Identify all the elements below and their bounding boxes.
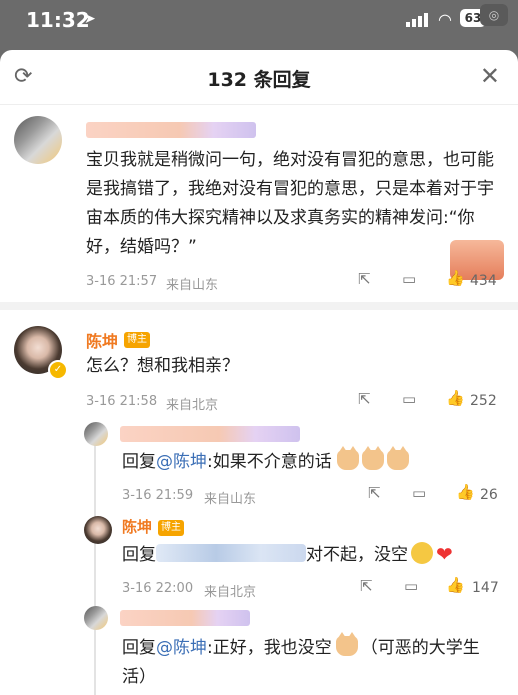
share-icon[interactable]: ⇱ xyxy=(368,484,381,502)
close-icon[interactable]: ✕ xyxy=(480,62,500,90)
cat-emoji-icon xyxy=(362,446,385,470)
status-bar: 11:32 ➤ ◠ 63 ◎ xyxy=(0,0,518,44)
username-blurred[interactable] xyxy=(120,426,300,442)
heart-emoji-icon: ❤ xyxy=(436,542,453,566)
reply-content: 对不起，没空 xyxy=(306,545,408,565)
mention-link[interactable]: @陈坤 xyxy=(156,452,207,472)
mention-blurred[interactable] xyxy=(156,544,306,562)
replies-sheet: ⟳ 132 条回复 ✕ 宝贝我就是稍微问一句，绝对没有冒犯的意思，也可能是我搞错… xyxy=(0,50,518,695)
reply-text: 回复 对不起，没空 ❤ xyxy=(122,540,453,570)
share-icon[interactable]: ⇱ xyxy=(358,270,371,288)
comment-text: 怎么？想和我相亲？ xyxy=(86,356,239,376)
verified-badge-icon: ✓ xyxy=(48,360,68,380)
comment-icon[interactable]: ▭ xyxy=(404,577,418,595)
screenshot-icon[interactable]: ◎ xyxy=(480,4,508,26)
comment-icon[interactable]: ▭ xyxy=(412,484,426,502)
comment-location: 来自北京 xyxy=(166,398,219,413)
like-count: 26 xyxy=(480,487,498,503)
reply-prefix: 回复 xyxy=(122,638,156,658)
reply-location: 来自北京 xyxy=(204,585,257,600)
thread-line xyxy=(94,425,96,695)
reply-content: :正好，我也没空 xyxy=(207,638,332,658)
reply-time: 3-16 21:59 xyxy=(122,488,194,503)
sheet-header: ⟳ 132 条回复 ✕ xyxy=(0,50,518,105)
mention-link[interactable]: @陈坤 xyxy=(156,638,207,658)
reply-text: 回复@陈坤:正好，我也没空 （可恶的大学生活） xyxy=(122,632,498,692)
share-icon[interactable]: ⇱ xyxy=(360,577,373,595)
like-count: 147 xyxy=(472,580,499,596)
reply-content: :如果不介意的话 xyxy=(207,452,332,472)
username-blurred[interactable] xyxy=(120,610,250,626)
cat-emoji-icon xyxy=(387,446,410,470)
reply-location: 来自山东 xyxy=(204,492,257,507)
comment-time: 3-16 21:57 xyxy=(86,274,158,289)
username-blurred[interactable] xyxy=(86,122,256,138)
avatar[interactable] xyxy=(84,422,108,446)
blogger-badge: 博主 xyxy=(124,332,150,348)
sheet-title: 132 条回复 xyxy=(207,69,311,91)
reply-text: 回复@陈坤:如果不介意的话 xyxy=(122,446,412,477)
wifi-icon: ◠ xyxy=(438,10,452,29)
location-arrow-icon: ➤ xyxy=(84,11,96,27)
like-icon[interactable]: 👍 xyxy=(446,269,465,287)
smug-emoji-icon xyxy=(411,542,433,564)
like-icon[interactable]: 👍 xyxy=(456,483,475,501)
reply-time: 3-16 22:00 xyxy=(122,581,194,596)
like-icon[interactable]: 👍 xyxy=(446,576,465,594)
comment-text: 宝贝我就是稍微问一句，绝对没有冒犯的意思，也可能是我搞错了，我绝对没有冒犯的意思… xyxy=(86,150,494,257)
cat-emoji-icon xyxy=(337,446,360,470)
like-count: 252 xyxy=(470,393,497,409)
cellular-signal-icon xyxy=(406,13,428,27)
comment-icon[interactable]: ▭ xyxy=(402,390,416,408)
comment-icon[interactable]: ▭ xyxy=(402,270,416,288)
author-name[interactable]: 陈坤 xyxy=(86,328,118,352)
divider xyxy=(0,302,518,310)
like-icon[interactable]: 👍 xyxy=(446,389,465,407)
author-name[interactable]: 陈坤 xyxy=(122,516,152,537)
blogger-badge: 博主 xyxy=(158,520,184,536)
share-icon[interactable]: ⇱ xyxy=(358,390,371,408)
clock: 11:32 xyxy=(26,8,90,32)
avatar[interactable] xyxy=(14,116,62,164)
cat-emoji-icon xyxy=(335,632,358,656)
reply-prefix: 回复 xyxy=(122,545,156,565)
avatar[interactable] xyxy=(84,606,108,630)
like-count: 434 xyxy=(470,273,497,289)
comment-location: 来自山东 xyxy=(166,278,219,293)
reply-prefix: 回复 xyxy=(122,452,156,472)
avatar[interactable] xyxy=(84,516,112,544)
comment-time: 3-16 21:58 xyxy=(86,394,158,409)
